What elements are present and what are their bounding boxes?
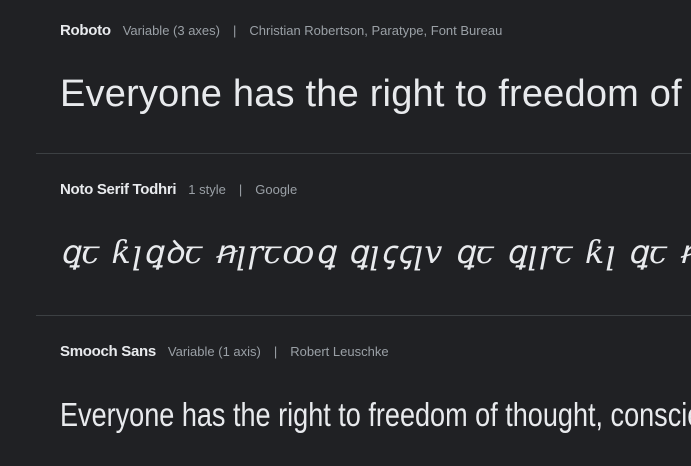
meta-separator: | (238, 182, 243, 197)
font-card-roboto[interactable]: Roboto Variable (3 axes) | Christian Rob… (0, 0, 691, 154)
font-card-smooch-sans[interactable]: Smooch Sans Variable (1 axis) | Robert L… (0, 316, 691, 466)
font-family-name[interactable]: Roboto (60, 22, 111, 39)
font-style-count: Variable (3 axes) (122, 23, 220, 38)
font-family-name[interactable]: Smooch Sans (60, 343, 156, 360)
font-sample-text[interactable]: Everyone has the right to freedom of tho… (60, 396, 691, 434)
font-meta: Roboto Variable (3 axes) | Christian Rob… (60, 22, 502, 39)
font-sample-text[interactable]: Everyone has the right to freedom of tho… (60, 73, 691, 116)
font-card-noto-serif-todhri[interactable]: Noto Serif Todhri 1 style | Google ꝗꞇ ƙꞁ… (0, 154, 691, 316)
font-designers: Robert Leuschke (290, 344, 389, 359)
font-meta: Noto Serif Todhri 1 style | Google (60, 181, 297, 198)
meta-separator: | (233, 23, 237, 38)
font-style-count: Variable (1 axis) (167, 344, 261, 359)
font-designers: Google (255, 182, 298, 197)
meta-separator: | (273, 344, 278, 359)
font-sample-text[interactable]: ꝗꞇ ƙꞁꝗꝺꞇ ꞥꞁꞅꞇꝏꝗ ꝗꞁꞔꞔꞁv ꝗꞇ ꝗꞁꞅꞇ ƙꞁ ꝗꞇ ꞥꞁꞅ (60, 230, 691, 273)
font-list: Roboto Variable (3 axes) | Christian Rob… (0, 0, 691, 466)
font-style-count: 1 style (188, 182, 226, 197)
font-family-name[interactable]: Noto Serif Todhri (60, 181, 177, 198)
font-meta: Smooch Sans Variable (1 axis) | Robert L… (60, 343, 389, 360)
font-designers: Christian Robertson, Paratype, Font Bure… (249, 23, 503, 38)
